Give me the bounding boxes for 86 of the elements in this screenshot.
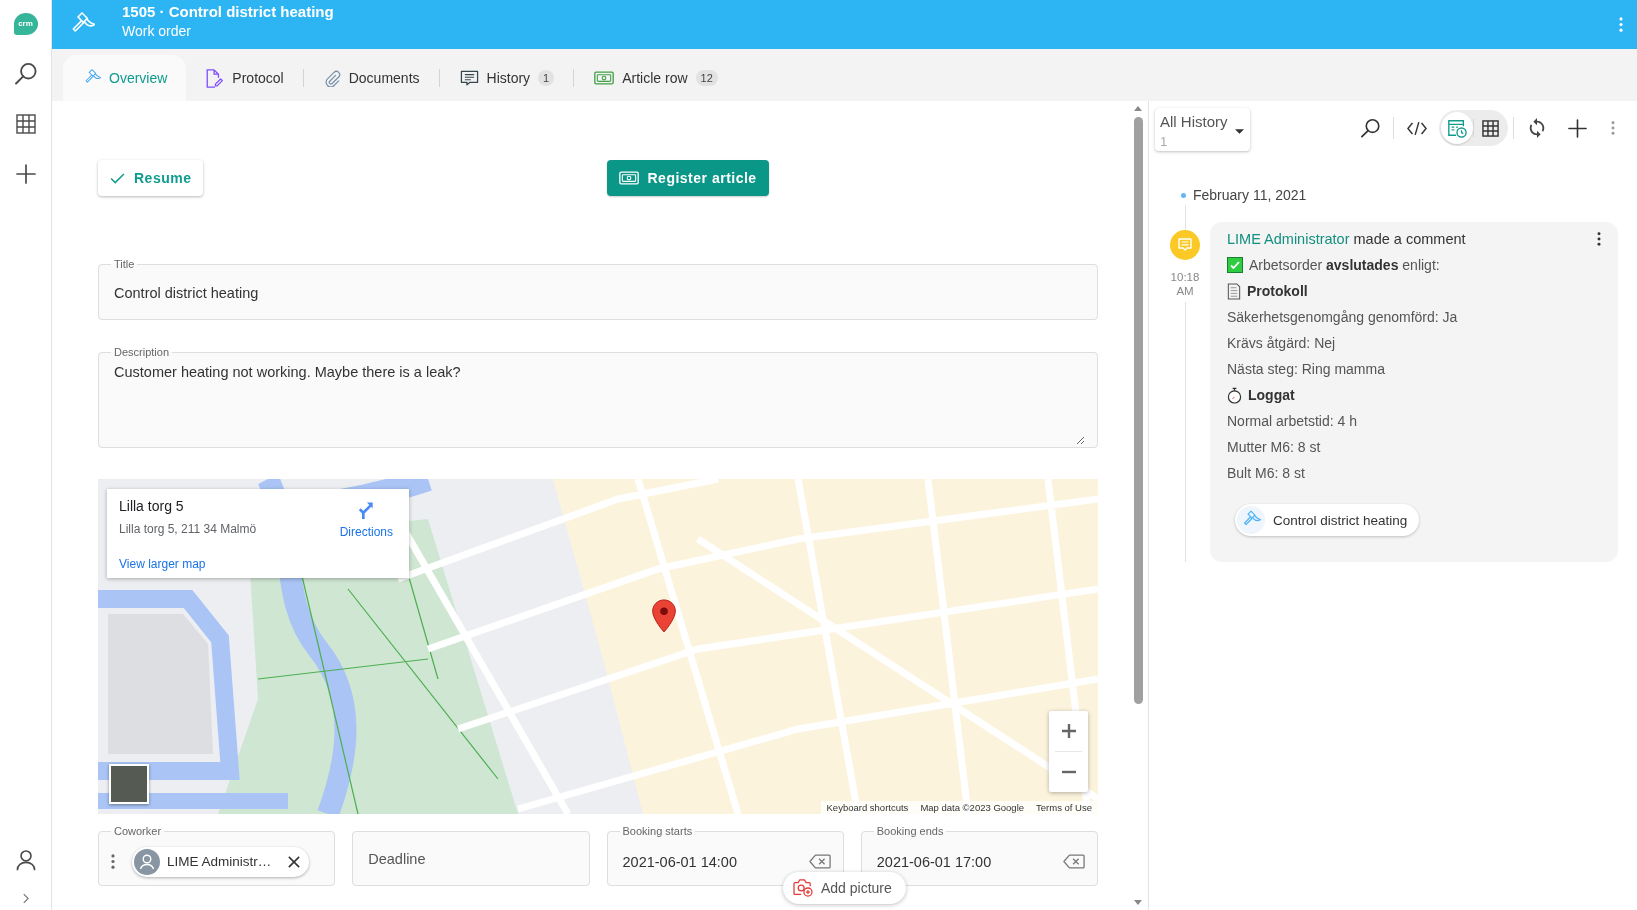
- plus-icon[interactable]: [1567, 118, 1587, 138]
- tab[interactable]: Article row 12: [574, 55, 737, 101]
- title-field[interactable]: Title Control district heating: [98, 258, 1098, 320]
- search-icon[interactable]: [1360, 118, 1380, 138]
- plus-icon[interactable]: [15, 164, 36, 184]
- directions-link[interactable]: Directions: [339, 498, 393, 539]
- count-badge: 12: [695, 70, 718, 86]
- field-label: Description: [113, 346, 171, 359]
- person-chip[interactable]: LIME Administr…: [132, 846, 310, 877]
- deadline-input[interactable]: Deadline: [365, 847, 577, 870]
- description-input[interactable]: Customer heating not working. Maybe there is a leak?: [111, 359, 1085, 445]
- shortcuts-link[interactable]: Keyboard shortcuts: [826, 801, 909, 814]
- map-data-text: Map data ©2023 Google: [920, 801, 1025, 814]
- field-label: Title: [113, 258, 136, 271]
- section-heading: Protokoll: [1247, 283, 1308, 299]
- tab[interactable]: Protocol: [186, 55, 303, 101]
- related-record-chip[interactable]: Control district heating: [1235, 504, 1420, 536]
- banknote-icon: [594, 71, 615, 85]
- more-icon[interactable]: [111, 854, 115, 869]
- register-article-button[interactable]: Register article: [606, 160, 769, 196]
- deadline-field[interactable]: Deadline: [352, 831, 590, 886]
- table-icon: [1481, 119, 1499, 137]
- comment-text: Krävs åtgärd: Nej: [1227, 335, 1336, 351]
- coworker-field[interactable]: Coworker LIME Administr…: [98, 825, 336, 886]
- place-name: Lilla torg 5: [119, 498, 184, 514]
- comment-text: Bult M6: 8 st: [1227, 465, 1305, 481]
- grid-icon[interactable]: [15, 114, 36, 134]
- more-icon[interactable]: [1597, 232, 1601, 246]
- scrollbar-thumb[interactable]: [1133, 117, 1143, 704]
- check-box-icon: [1227, 257, 1243, 273]
- comment-text: Arbetsorder avslutades enligt:: [1249, 257, 1440, 273]
- chevron-right-icon[interactable]: [22, 893, 29, 904]
- clear-icon[interactable]: [1063, 854, 1085, 869]
- banknote-icon: [618, 171, 639, 185]
- comment-icon: [1170, 230, 1200, 260]
- document-icon: [1227, 282, 1241, 300]
- code-icon[interactable]: [1407, 120, 1427, 136]
- entry-time: 10:18 AM: [1169, 270, 1201, 298]
- count-badge: 1: [538, 70, 555, 86]
- tab[interactable]: History 1: [439, 55, 574, 101]
- field-label: Coworker: [113, 825, 163, 838]
- title-input[interactable]: Control district heating: [111, 271, 1085, 315]
- larger-map-link[interactable]: View larger map: [119, 556, 206, 572]
- camera-plus-icon: [793, 879, 813, 897]
- booking-start-input[interactable]: 2021-06-01 14:00: [619, 850, 799, 873]
- tab[interactable]: Documents: [303, 55, 439, 101]
- place-address: Lilla torg 5, 211 34 Malmö: [119, 521, 257, 537]
- booking-end-input[interactable]: 2021-06-01 17:00: [873, 850, 1053, 873]
- comment-text: Normal arbetstid: 4 h: [1227, 413, 1357, 429]
- close-icon[interactable]: [288, 855, 301, 868]
- search-icon[interactable]: [14, 63, 37, 85]
- comment-text: Nästa steg: Ring mamma: [1227, 361, 1385, 377]
- comment-heading: LIME Administrator made a comment: [1227, 231, 1466, 247]
- clear-icon[interactable]: [808, 854, 831, 869]
- author-link[interactable]: LIME Administrator: [1227, 231, 1350, 247]
- refresh-icon[interactable]: [1529, 118, 1545, 138]
- directions-icon: [358, 501, 375, 521]
- document-pencil-icon: [206, 68, 225, 88]
- comment-text: Mutter M6: 8 st: [1227, 439, 1321, 455]
- user-icon[interactable]: [15, 850, 36, 871]
- scroll-up-icon[interactable]: [1134, 106, 1142, 111]
- history-filter-dropdown[interactable]: All History 1: [1155, 108, 1250, 151]
- avatar-icon: [134, 848, 160, 875]
- terms-link[interactable]: Terms of Use: [1036, 801, 1092, 814]
- paperclip-icon: [323, 69, 341, 87]
- stopwatch-icon: [1227, 386, 1242, 404]
- photo-placeholder[interactable]: [109, 764, 149, 804]
- zoom-out-icon[interactable]: [1060, 770, 1077, 774]
- description-field[interactable]: Description Customer heating not working. Maybe there is a leak?: [98, 346, 1098, 448]
- scroll-down-icon[interactable]: [1134, 900, 1142, 905]
- header-subtitle: Work order: [122, 22, 192, 41]
- calendar-clock-icon: [1447, 118, 1467, 138]
- map-pin-icon: [651, 599, 677, 633]
- message-icon: [459, 69, 479, 87]
- field-label: Booking starts: [621, 825, 694, 838]
- hammer-icon: [1237, 506, 1265, 534]
- zoom-in-icon[interactable]: [1060, 723, 1077, 739]
- section-heading: Loggat: [1248, 387, 1295, 403]
- date-label: February 11, 2021: [1193, 187, 1307, 203]
- timeline-dot-icon: [1181, 192, 1186, 198]
- check-icon: [110, 172, 125, 184]
- caret-icon: [1235, 128, 1244, 134]
- comment-text: Säkerhetsgenomgång genomförd: Ja: [1227, 309, 1458, 325]
- field-label: Booking ends: [875, 825, 945, 838]
- header-title: 1505 · Control district heating: [122, 2, 335, 21]
- add-picture-button[interactable]: Add picture: [783, 872, 906, 904]
